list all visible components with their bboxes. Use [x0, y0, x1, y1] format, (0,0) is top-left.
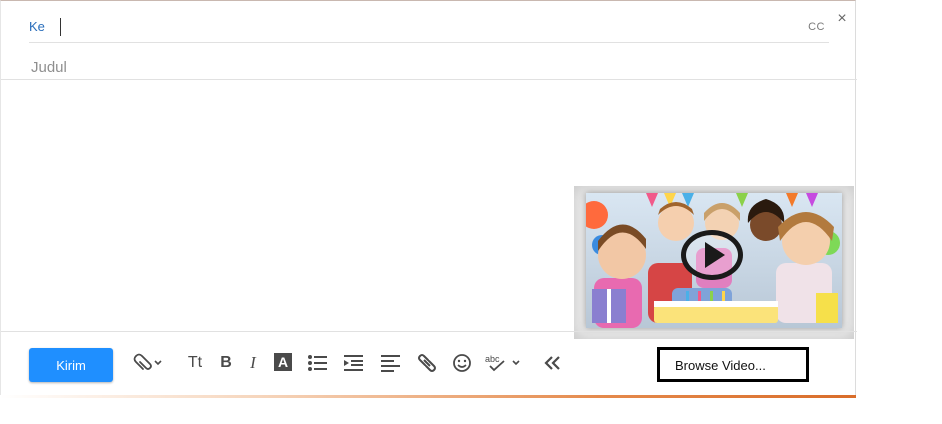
- cc-link[interactable]: CC: [808, 21, 825, 33]
- bullet-list-icon[interactable]: [307, 352, 329, 374]
- send-button[interactable]: Kirim: [29, 348, 113, 382]
- text-size-icon[interactable]: Tt: [185, 352, 205, 374]
- page: Ke CC × Judul Kirim Tt B I A abc Browse …: [0, 0, 942, 424]
- bold-icon[interactable]: B: [218, 352, 234, 374]
- play-button[interactable]: [681, 230, 743, 280]
- to-label: Ke: [29, 19, 45, 34]
- text-color-icon[interactable]: A: [274, 353, 292, 371]
- play-icon: [705, 242, 725, 268]
- text-caret: [60, 18, 61, 36]
- to-input[interactable]: [59, 15, 803, 41]
- video-thumbnail[interactable]: [574, 186, 854, 339]
- emoji-icon[interactable]: [451, 352, 473, 374]
- subject-row: [1, 53, 857, 80]
- close-icon[interactable]: ×: [835, 11, 849, 27]
- to-row: Ke CC: [29, 15, 829, 43]
- spellcheck-label: abc: [485, 354, 500, 364]
- italic-icon[interactable]: I: [246, 352, 260, 374]
- paperclip-icon[interactable]: [132, 352, 164, 374]
- link-icon[interactable]: [416, 352, 438, 374]
- spellcheck-icon[interactable]: abc: [484, 352, 524, 374]
- indent-icon[interactable]: [343, 352, 365, 374]
- browse-video-button[interactable]: Browse Video...: [657, 347, 809, 382]
- compose-bottom-border: [0, 395, 856, 398]
- compose-window: Ke CC × Judul Kirim Tt B I A abc: [0, 0, 857, 396]
- align-left-icon[interactable]: [380, 352, 402, 374]
- collapse-icon[interactable]: [543, 352, 563, 374]
- subject-input[interactable]: [29, 55, 813, 79]
